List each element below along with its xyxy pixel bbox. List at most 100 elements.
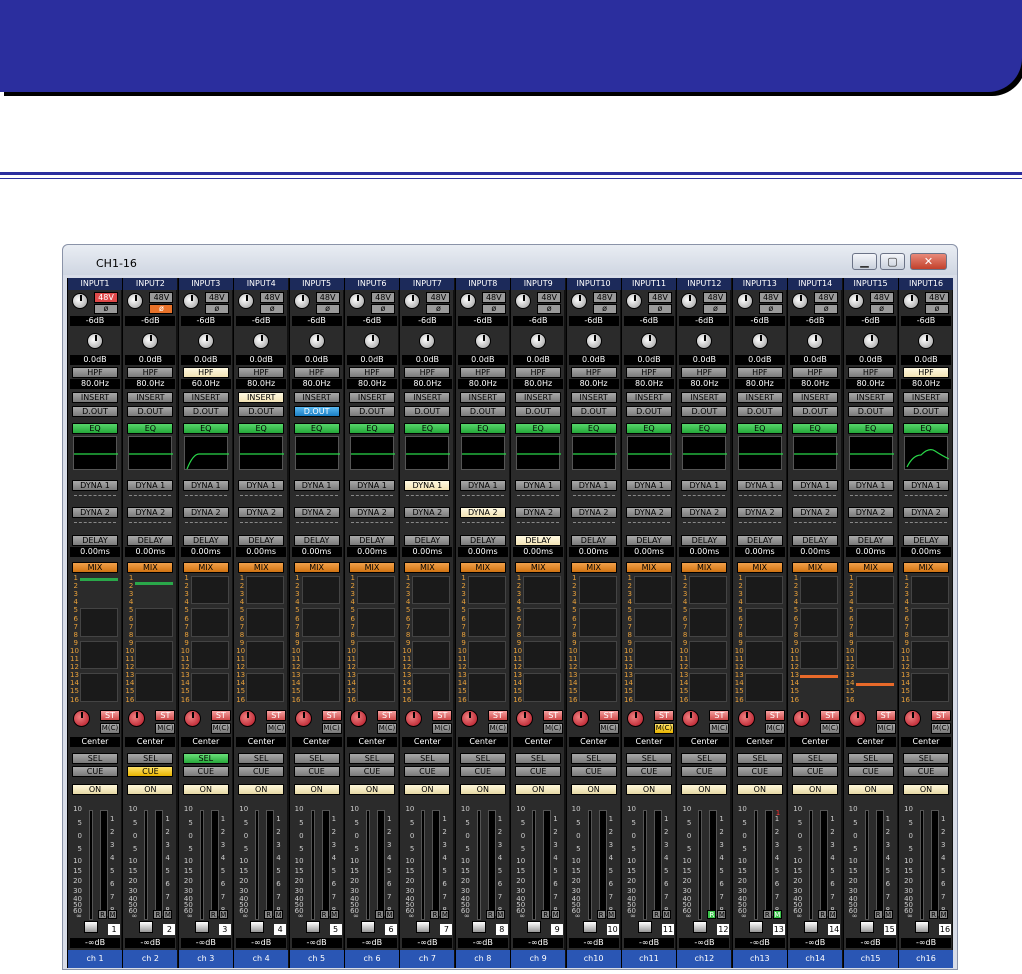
insert-button[interactable]: INSERT xyxy=(349,392,395,403)
recall-safe-button[interactable]: R xyxy=(818,910,828,919)
mono-center-button[interactable]: M(C) xyxy=(487,723,508,734)
mix-send-bar[interactable] xyxy=(800,576,839,605)
fader-track[interactable] xyxy=(199,810,204,920)
dyna2-button[interactable]: DYNA 2 xyxy=(515,507,562,518)
phase-button[interactable]: ø xyxy=(426,304,451,314)
dyna2-button[interactable]: DYNA 2 xyxy=(404,507,451,518)
mono-center-button[interactable]: M(C) xyxy=(155,723,176,734)
dyna1-button[interactable]: DYNA 1 xyxy=(681,480,728,491)
input-patch-label[interactable]: INPUT16 xyxy=(899,278,953,290)
recall-safe-button[interactable]: R xyxy=(707,910,717,919)
pan-knob[interactable] xyxy=(405,710,423,727)
mute-safe-button[interactable]: M xyxy=(108,910,117,919)
gain-knob[interactable] xyxy=(293,293,310,309)
fader-cap[interactable] xyxy=(527,921,542,933)
sel-button[interactable]: SEL xyxy=(459,753,506,764)
dyna1-button[interactable]: DYNA 1 xyxy=(349,480,395,491)
pan-knob[interactable] xyxy=(793,710,811,727)
fader-cap[interactable] xyxy=(804,921,819,933)
phase-button[interactable]: ø xyxy=(149,304,174,314)
pan-knob[interactable] xyxy=(460,710,478,727)
gain-knob[interactable] xyxy=(847,293,864,309)
mix-send-bar[interactable] xyxy=(744,640,783,670)
mono-center-button[interactable]: M(C) xyxy=(598,723,619,734)
trim-knob[interactable] xyxy=(696,333,713,349)
insert-button[interactable]: INSERT xyxy=(626,392,672,403)
cue-button[interactable]: CUE xyxy=(847,766,894,777)
mix-button[interactable]: MIX xyxy=(349,562,395,573)
phantom-48v-button[interactable]: 48V xyxy=(149,292,174,303)
delay-button[interactable]: DELAY xyxy=(404,535,451,546)
channel-name[interactable]: ch 9 xyxy=(511,950,566,968)
phase-button[interactable]: ø xyxy=(94,304,118,314)
stereo-assign-button[interactable]: ST xyxy=(654,710,674,721)
gain-knob[interactable] xyxy=(515,293,532,309)
hpf-button[interactable]: HPF xyxy=(681,367,728,378)
pan-knob[interactable] xyxy=(239,710,257,727)
dyna2-button[interactable]: DYNA 2 xyxy=(72,507,118,518)
mix-send-bar[interactable] xyxy=(744,673,783,702)
eq-graph[interactable] xyxy=(460,436,506,470)
direct-out-button[interactable]: D.OUT xyxy=(459,406,506,417)
mono-center-button[interactable]: M(C) xyxy=(377,723,397,734)
eq-button[interactable]: EQ xyxy=(127,423,174,434)
recall-safe-button[interactable]: R xyxy=(375,910,384,919)
mix-button[interactable]: MIX xyxy=(847,562,894,573)
mix-send-bar[interactable] xyxy=(246,608,285,637)
fader-cap[interactable] xyxy=(582,921,597,933)
mute-safe-button[interactable]: M xyxy=(828,910,838,919)
pan-knob[interactable] xyxy=(516,710,534,727)
phantom-48v-button[interactable]: 48V xyxy=(814,292,839,303)
delay-button[interactable]: DELAY xyxy=(349,535,395,546)
hpf-button[interactable]: HPF xyxy=(792,367,839,378)
mix-send-bar[interactable] xyxy=(689,673,728,702)
gain-knob[interactable] xyxy=(681,293,698,309)
eq-button[interactable]: EQ xyxy=(72,423,118,434)
mute-safe-button[interactable]: M xyxy=(274,910,284,919)
channel-on-button[interactable]: ON xyxy=(736,784,783,795)
trim-knob[interactable] xyxy=(87,333,103,349)
mix-button[interactable]: MIX xyxy=(404,562,451,573)
eq-graph[interactable] xyxy=(73,436,118,470)
dyna2-button[interactable]: DYNA 2 xyxy=(847,507,894,518)
mix-send-bar[interactable] xyxy=(357,576,395,605)
dyna1-button[interactable]: DYNA 1 xyxy=(792,480,839,491)
channel-on-button[interactable]: ON xyxy=(459,784,506,795)
mix-send-bar[interactable] xyxy=(412,673,451,702)
pan-knob[interactable] xyxy=(350,710,367,727)
dyna2-button[interactable]: DYNA 2 xyxy=(736,507,783,518)
mix-send-bar[interactable] xyxy=(855,576,894,605)
phantom-48v-button[interactable]: 48V xyxy=(869,292,894,303)
phantom-48v-button[interactable]: 48V xyxy=(481,292,506,303)
eq-graph[interactable] xyxy=(737,436,783,470)
mix-send-bar[interactable] xyxy=(744,608,783,637)
dyna1-button[interactable]: DYNA 1 xyxy=(404,480,451,491)
recall-safe-button[interactable]: R xyxy=(208,910,218,919)
dyna2-button[interactable]: DYNA 2 xyxy=(238,507,285,518)
recall-safe-button[interactable]: R xyxy=(153,910,163,919)
gain-knob[interactable] xyxy=(238,293,255,309)
channel-on-button[interactable]: ON xyxy=(515,784,562,795)
channel-name[interactable]: ch14 xyxy=(788,950,843,968)
phase-button[interactable]: ø xyxy=(371,304,395,314)
dyna2-button[interactable]: DYNA 2 xyxy=(127,507,174,518)
eq-button[interactable]: EQ xyxy=(736,423,783,434)
mix-send-bar[interactable] xyxy=(467,608,506,637)
recall-safe-button[interactable]: R xyxy=(929,910,938,919)
eq-graph[interactable] xyxy=(405,436,451,470)
stereo-assign-button[interactable]: ST xyxy=(931,710,951,721)
stereo-assign-button[interactable]: ST xyxy=(709,710,730,721)
delay-button[interactable]: DELAY xyxy=(736,535,783,546)
eq-button[interactable]: EQ xyxy=(515,423,562,434)
mono-center-button[interactable]: M(C) xyxy=(210,723,231,734)
phase-button[interactable]: ø xyxy=(481,304,506,314)
gain-knob[interactable] xyxy=(736,293,753,309)
delay-button[interactable]: DELAY xyxy=(570,535,617,546)
mix-send-bar[interactable] xyxy=(911,576,949,605)
mix-send-bar[interactable] xyxy=(911,673,949,702)
fader-cap[interactable] xyxy=(250,921,265,933)
insert-button[interactable]: INSERT xyxy=(404,392,451,403)
mix-send-bar[interactable] xyxy=(190,608,229,637)
direct-out-button[interactable]: D.OUT xyxy=(127,406,174,417)
trim-knob[interactable] xyxy=(918,333,934,349)
